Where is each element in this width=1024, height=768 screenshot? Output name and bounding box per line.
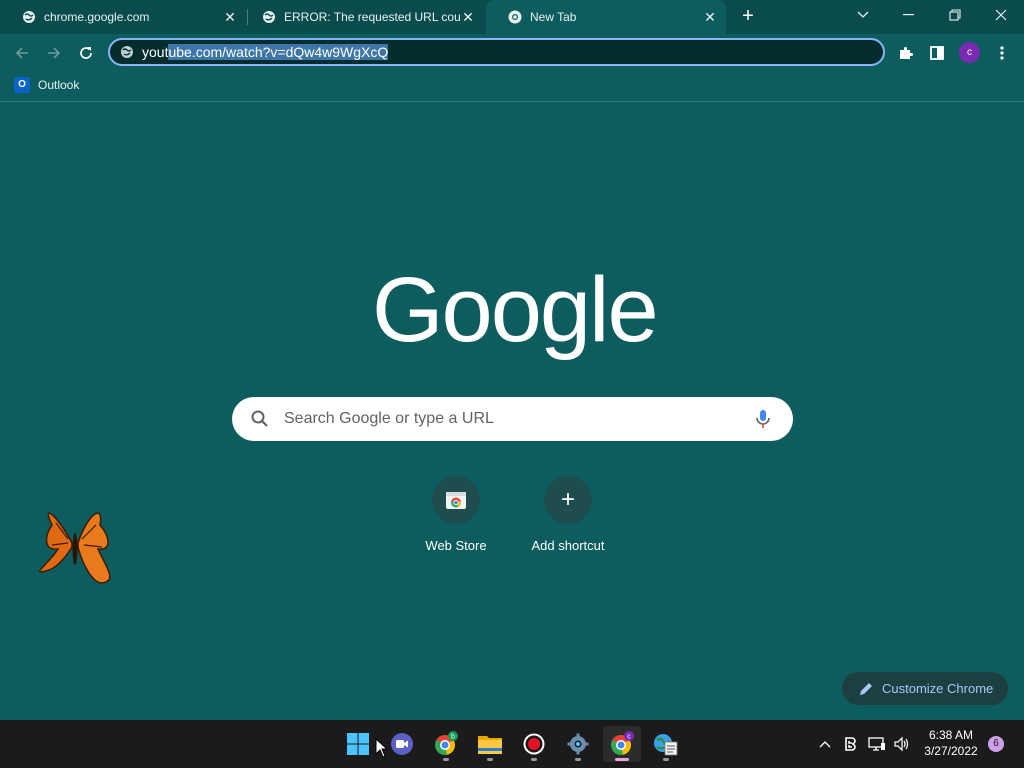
svg-text:c: c (627, 734, 631, 741)
tray-overflow-button[interactable] (815, 732, 835, 756)
chrome-menu-button[interactable] (991, 42, 1013, 64)
tab-new-tab[interactable]: New Tab ✕ (486, 0, 726, 34)
close-icon (995, 9, 1007, 21)
restore-icon (949, 9, 961, 21)
shortcut-label: Web Store (425, 538, 487, 553)
taskbar-task-app[interactable] (647, 726, 685, 762)
side-panel-icon (930, 46, 944, 60)
search-placeholder: Search Google or type a URL (284, 410, 494, 427)
windows-taskbar: b c 6:38 AM 3/27/2022 (0, 720, 1024, 768)
chevron-up-icon (819, 741, 831, 748)
globe-checklist-icon (654, 734, 678, 756)
chrome-icon: c (611, 731, 634, 755)
url-unselected: yout (142, 44, 169, 60)
site-info-icon[interactable] (120, 45, 134, 59)
running-indicator (487, 758, 493, 761)
volume-icon (894, 736, 909, 752)
outlook-icon: O (14, 77, 30, 93)
svg-text:b: b (451, 734, 455, 741)
arrow-right-icon (48, 47, 61, 59)
tray-app-icon[interactable] (842, 732, 862, 756)
close-tab-icon[interactable]: ✕ (460, 9, 476, 25)
pencil-icon (860, 682, 872, 695)
url-selection: ube.com/watch?v=dQw4w9WgXcQ (168, 44, 389, 60)
customize-chrome-button[interactable]: Customize Chrome (842, 672, 1008, 705)
windows-start-icon (347, 733, 369, 755)
taskbar-file-explorer[interactable] (471, 726, 509, 762)
restore-button[interactable] (932, 0, 978, 30)
more-vert-icon (1000, 46, 1004, 60)
address-bar[interactable]: youtube.com/watch?v=dQw4w9WgXcQ (108, 38, 885, 66)
video-meet-icon (391, 733, 413, 755)
taskbar-recorder[interactable] (515, 726, 553, 762)
bookmarks-bar: O Outlook (0, 72, 1024, 102)
side-panel-button[interactable] (926, 42, 948, 64)
tab-strip: chrome.google.com ✕ ERROR: The requested… (0, 0, 1024, 34)
tab-chrome-google[interactable]: chrome.google.com ✕ (0, 0, 246, 34)
microphone-icon[interactable] (751, 407, 775, 431)
puzzle-icon (900, 47, 913, 59)
globe-icon (263, 11, 275, 23)
shortcut-tile (432, 476, 480, 524)
running-indicator (531, 758, 537, 761)
globe-icon (23, 11, 35, 23)
bookmark-label: Outlook (38, 78, 80, 92)
record-icon (523, 733, 545, 755)
folder-icon (478, 736, 502, 754)
minimize-icon (903, 14, 914, 16)
clock-date: 3/27/2022 (924, 744, 978, 758)
network-icon (868, 737, 885, 751)
tab-title: ERROR: The requested URL could not be re… (284, 10, 460, 24)
close-tab-icon[interactable]: ✕ (702, 9, 718, 25)
arrow-left-icon (15, 47, 28, 59)
taskbar-start-button[interactable] (339, 726, 377, 762)
taskbar-chrome-profile-c[interactable]: c (603, 726, 641, 762)
taskbar-clock[interactable]: 6:38 AM 3/27/2022 (920, 727, 982, 759)
running-indicator (575, 758, 581, 761)
profile-avatar[interactable]: c (959, 42, 980, 63)
tab-title: chrome.google.com (44, 10, 150, 24)
tab-error[interactable]: ERROR: The requested URL could not be re… (240, 0, 486, 34)
close-tab-icon[interactable]: ✕ (222, 9, 238, 25)
taskbar-settings[interactable] (559, 726, 597, 762)
plus-icon: + (560, 486, 575, 513)
running-indicator (615, 758, 629, 761)
clock-time: 6:38 AM (928, 728, 974, 742)
shortcut-tile: + (544, 476, 592, 524)
taskbar-chrome-profile-b[interactable]: b (427, 726, 465, 762)
minimize-button[interactable] (886, 0, 932, 30)
chrome-icon (508, 10, 522, 24)
tab-search-button[interactable] (840, 0, 886, 30)
new-tab-button[interactable]: + (736, 5, 760, 29)
close-window-button[interactable] (978, 0, 1024, 30)
bookmark-outlook[interactable]: O Outlook (14, 77, 79, 93)
browser-toolbar: youtube.com/watch?v=dQw4w9WgXcQ c (0, 34, 1024, 72)
url-text[interactable]: youtube.com/watch?v=dQw4w9WgXcQ (142, 44, 389, 60)
customize-label: Customize Chrome (882, 681, 994, 696)
chevron-down-icon (857, 11, 869, 18)
google-logo: Google (372, 259, 659, 361)
running-indicator (663, 758, 669, 761)
tray-network[interactable] (866, 732, 888, 756)
tab-title: New Tab (530, 10, 577, 24)
reload-icon (80, 47, 92, 59)
forward-button[interactable] (41, 40, 67, 66)
mouse-cursor-icon (375, 738, 389, 758)
notification-badge[interactable]: 6 (988, 736, 1004, 752)
shortcut-web-store[interactable]: Web Store (406, 476, 506, 560)
gear-icon (567, 733, 589, 755)
shortcut-label: Add shortcut (531, 538, 605, 553)
chrome-icon: b (435, 731, 458, 755)
extensions-button[interactable] (895, 42, 917, 64)
shortcut-add[interactable]: + Add shortcut (518, 476, 618, 560)
ntp-search-box[interactable]: Search Google or type a URL (232, 397, 793, 441)
running-indicator (443, 758, 449, 761)
b-app-icon (845, 737, 856, 751)
web-store-icon (446, 492, 466, 509)
butterfly-icon (38, 512, 111, 584)
search-icon (251, 410, 268, 427)
reload-button[interactable] (73, 40, 99, 66)
tray-volume[interactable] (891, 732, 913, 756)
back-button[interactable] (9, 40, 35, 66)
